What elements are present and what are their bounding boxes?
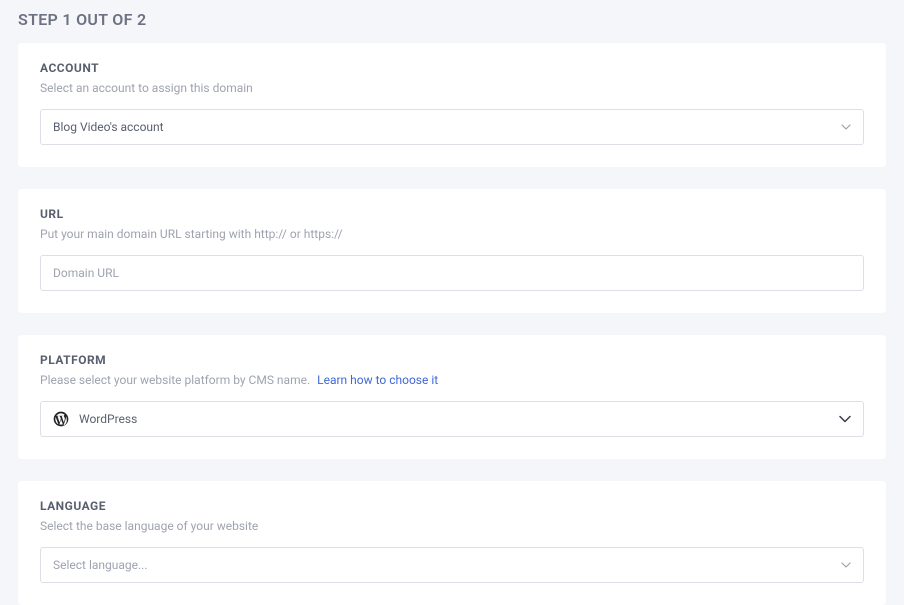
account-card: ACCOUNT Select an account to assign this… [18,43,886,167]
step-indicator: STEP 1 OUT OF 2 [18,0,886,43]
platform-subtitle-wrapper: Please select your website platform by C… [40,373,864,387]
account-select[interactable]: Blog Video's account [40,109,864,145]
platform-title: PLATFORM [40,353,864,367]
language-title: LANGUAGE [40,499,864,513]
url-title: URL [40,207,864,221]
chevron-down-icon [841,562,851,568]
language-select[interactable]: Select language... [40,547,864,583]
url-input[interactable] [40,255,864,291]
language-select-placeholder: Select language... [53,558,851,572]
wordpress-icon [53,411,69,427]
account-subtitle: Select an account to assign this domain [40,81,864,95]
platform-select-value: WordPress [79,412,851,426]
account-title: ACCOUNT [40,61,864,75]
platform-subtitle: Please select your website platform by C… [40,373,310,387]
language-subtitle: Select the base language of your website [40,519,864,533]
platform-select[interactable]: WordPress [40,401,864,437]
chevron-down-icon [839,416,851,423]
account-select-value: Blog Video's account [53,120,851,134]
platform-card: PLATFORM Please select your website plat… [18,335,886,459]
chevron-down-icon [841,124,851,130]
url-card: URL Put your main domain URL starting wi… [18,189,886,313]
platform-learn-link[interactable]: Learn how to choose it [317,373,438,387]
url-subtitle: Put your main domain URL starting with h… [40,227,864,241]
language-card: LANGUAGE Select the base language of you… [18,481,886,605]
